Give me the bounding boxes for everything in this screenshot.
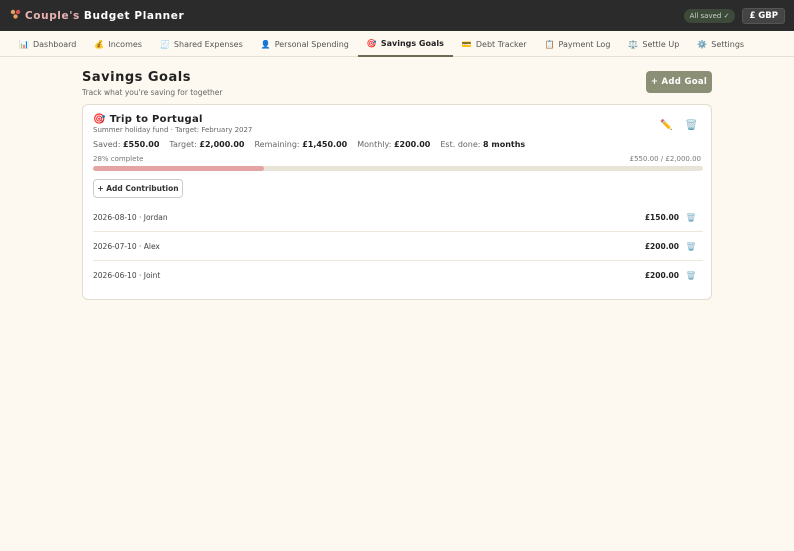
contribution-list: 2026-08-10 · Jordan £150.00 🗑️ 2026-07-1… xyxy=(93,203,703,290)
trash-icon: 🗑️ xyxy=(685,120,698,131)
goal-card: 🎯 Trip to Portugal Summer holiday fund ·… xyxy=(82,104,712,300)
tab-label: Settle Up xyxy=(642,39,680,49)
gear-icon: ⚙️ xyxy=(697,39,708,49)
stat-value: £1,450.00 xyxy=(302,140,348,149)
progress-bar xyxy=(93,166,703,171)
top-bar: Couple's Budget Planner All saved ✓ £ GB… xyxy=(0,0,794,31)
trash-icon: 🗑️ xyxy=(686,271,696,280)
saved-status-badge: All saved ✓ xyxy=(683,8,736,23)
trash-icon: 🗑️ xyxy=(686,241,696,251)
stat-label: Target: xyxy=(169,140,197,149)
stat-monthly: Monthly: £200.00 xyxy=(357,140,430,149)
tab-label: Incomes xyxy=(108,39,142,49)
stat-est-done: Est. done: 8 months xyxy=(440,140,525,149)
tab-label: Shared Expenses xyxy=(173,39,243,49)
page-header: Savings Goals Track what you're saving f… xyxy=(82,70,223,97)
currency-badge[interactable]: £ GBP xyxy=(742,7,785,24)
stat-label: Monthly: xyxy=(357,140,392,149)
receipt-icon: 🧾 xyxy=(159,39,170,49)
add-contribution-button[interactable]: + Add Contribution xyxy=(93,179,183,198)
contribution-amount: £200.00 xyxy=(644,271,679,280)
tab-settings[interactable]: ⚙️ Settings xyxy=(688,31,753,57)
contribution-date-person: 2026-06-10 · Joint xyxy=(93,271,161,280)
tab-debt-tracker[interactable]: 💳 Debt Tracker xyxy=(453,31,536,57)
goal-subtitle: Summer holiday fund · Target: February 2… xyxy=(93,126,253,134)
scales-icon: ⚖️ xyxy=(628,39,639,49)
tab-settle-up[interactable]: ⚖️ Settle Up xyxy=(619,31,688,57)
delete-contribution-button[interactable]: 🗑️ xyxy=(679,213,703,222)
stat-label: Saved: xyxy=(93,140,121,149)
stat-value: £200.00 xyxy=(393,140,431,149)
tab-label: Savings Goals xyxy=(380,38,444,48)
app-title: Budget Planner xyxy=(83,9,185,22)
stat-target: Target: £2,000.00 xyxy=(169,140,244,149)
stat-value: 8 months xyxy=(483,140,526,149)
tab-label: Personal Spending xyxy=(274,39,349,49)
tab-dashboard[interactable]: 📊 Dashboard xyxy=(10,31,85,57)
money-bag-icon: 💰 xyxy=(94,39,105,49)
tab-incomes[interactable]: 💰 Incomes xyxy=(85,31,151,57)
chart-icon: 📊 xyxy=(19,39,29,49)
page-title: Savings Goals xyxy=(82,70,191,85)
progress-percent-text: 28% complete xyxy=(93,155,144,163)
stat-saved: Saved: £550.00 xyxy=(93,140,159,149)
trash-icon: 🗑️ xyxy=(686,212,696,222)
app-brand: Couple's Budget Planner xyxy=(9,9,184,22)
tab-personal-spending[interactable]: 👤 Personal Spending xyxy=(252,31,358,57)
contribution-row: 2026-07-10 · Alex £200.00 🗑️ xyxy=(93,232,703,261)
tab-label: Payment Log xyxy=(558,39,611,49)
contribution-date-person: 2026-07-10 · Alex xyxy=(93,241,160,251)
contribution-amount: £150.00 xyxy=(644,212,679,222)
delete-goal-button[interactable]: 🗑️ xyxy=(685,120,697,131)
goal-title-row: 🎯 Trip to Portugal xyxy=(93,114,203,125)
goal-stats: Saved: £550.00 Target: £2,000.00 Remaini… xyxy=(93,140,525,149)
contribution-row: 2026-06-10 · Joint £200.00 🗑️ xyxy=(93,261,703,290)
credit-card-icon: 💳 xyxy=(461,39,472,49)
stat-label: Est. done: xyxy=(440,140,481,149)
delete-contribution-button[interactable]: 🗑️ xyxy=(679,242,703,251)
couple-icon xyxy=(9,9,21,22)
tab-bar: 📊 Dashboard 💰 Incomes 🧾 Shared Expenses 👤 Pe… xyxy=(0,31,794,57)
clipboard-icon: 📋 xyxy=(544,39,555,49)
app-title-accent: Couple's xyxy=(25,9,80,22)
goal-title: Trip to Portugal xyxy=(109,114,203,125)
delete-contribution-button[interactable]: 🗑️ xyxy=(679,271,703,280)
target-icon: 🎯 xyxy=(93,114,106,125)
tab-label: Debt Tracker xyxy=(475,39,527,49)
progress-bar-fill xyxy=(93,166,264,171)
stat-remaining: Remaining: £1,450.00 xyxy=(254,140,347,149)
tab-label: Dashboard xyxy=(32,39,77,49)
tab-savings-goals[interactable]: 🎯 Savings Goals xyxy=(357,31,453,57)
person-icon: 👤 xyxy=(260,39,271,49)
stat-value: £2,000.00 xyxy=(199,140,245,149)
page-subtitle: Track what you're saving for together xyxy=(82,88,223,97)
stat-value: £550.00 xyxy=(122,140,160,149)
pencil-icon: ✏️ xyxy=(660,120,673,131)
progress-amount-text: £550.00 / £2,000.00 xyxy=(629,155,701,163)
add-goal-button[interactable]: + Add Goal xyxy=(646,71,712,93)
contribution-date-person: 2026-08-10 · Jordan xyxy=(93,212,168,222)
tab-label: Settings xyxy=(711,39,745,49)
contribution-row: 2026-08-10 · Jordan £150.00 🗑️ xyxy=(93,203,703,232)
contribution-amount: £200.00 xyxy=(644,241,679,251)
tab-payment-log[interactable]: 📋 Payment Log xyxy=(536,31,620,57)
target-icon: 🎯 xyxy=(366,38,377,48)
stat-label: Remaining: xyxy=(254,140,300,149)
tab-shared-expenses[interactable]: 🧾 Shared Expenses xyxy=(151,31,252,57)
edit-goal-button[interactable]: ✏️ xyxy=(660,120,672,131)
